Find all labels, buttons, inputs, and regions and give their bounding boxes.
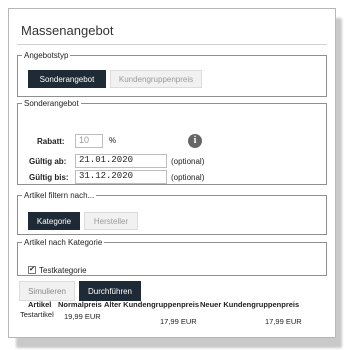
offer-type-group: Angebotstyp Sonderangebot Kundengruppenp… (17, 51, 327, 97)
table-header-article: Artikel (28, 300, 52, 309)
table-header-old-group-price: Alter Kundengruppenpreis (104, 300, 200, 309)
filter-manufacturer-button[interactable]: Hersteller (84, 212, 138, 230)
mass-offer-panel: Massenangebot Angebotstyp Sonderangebot … (8, 8, 336, 338)
valid-from-label: Gültig ab: (29, 157, 67, 166)
valid-from-optional: (optional) (171, 157, 205, 166)
row-normal-price: 19,99 EUR (64, 312, 101, 321)
filter-group: Artikel filtern nach... Kategorie Herste… (17, 191, 327, 235)
table-header-normal-price: Normalpreis (58, 300, 102, 309)
special-offer-button[interactable]: Sonderangebot (28, 70, 106, 88)
table-header-new-group-price: Neuer Kundengruppenpreis (200, 300, 300, 309)
filter-category-button[interactable]: Kategorie (28, 212, 80, 230)
title-divider (17, 44, 327, 45)
page-title: Massenangebot (21, 23, 114, 38)
category-legend: Artikel nach Kategorie (24, 238, 103, 247)
special-offer-legend: Sonderangebot (24, 99, 79, 108)
category-checkbox[interactable]: ✔ (28, 266, 36, 274)
offer-type-legend: Angebotstyp (24, 51, 69, 60)
special-offer-group: Sonderangebot Rabatt: 10 % i Gültig ab: … (17, 99, 327, 185)
info-icon[interactable]: i (188, 134, 202, 148)
row-old-group-price: 17,99 EUR (160, 317, 197, 326)
rabatt-unit: % (109, 136, 117, 145)
category-label: Testkategorie (39, 266, 87, 275)
simulate-button[interactable]: Simulieren (19, 281, 75, 301)
row-article: Testartikel (20, 310, 54, 319)
valid-until-label: Gültig bis: (29, 173, 69, 182)
execute-button[interactable]: Durchführen (79, 281, 141, 301)
category-group: Artikel nach Kategorie ✔ Testkategorie (17, 238, 327, 276)
valid-from-input[interactable]: 21.01.2020 (75, 154, 167, 168)
filter-legend: Artikel filtern nach... (24, 191, 95, 200)
valid-until-optional: (optional) (171, 173, 205, 182)
rabatt-label: Rabatt: (37, 137, 65, 146)
row-new-group-price: 17,99 EUR (265, 317, 302, 326)
rabatt-input[interactable]: 10 (75, 134, 103, 148)
customer-group-price-button[interactable]: Kundengruppenpreis (110, 70, 202, 88)
valid-until-input[interactable]: 31.12.2020 (75, 170, 167, 184)
